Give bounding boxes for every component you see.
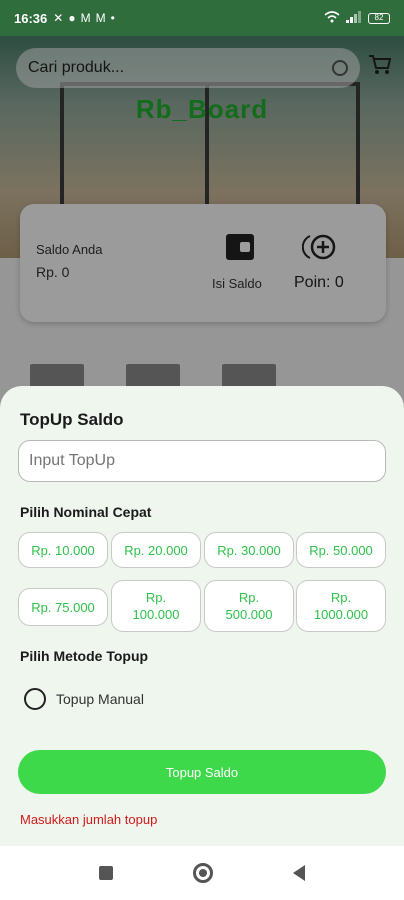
nav-back-icon[interactable] <box>293 865 305 881</box>
method-option-manual[interactable]: Topup Manual <box>24 688 144 710</box>
gmail-icon-2: M <box>95 11 106 25</box>
topup-submit-button[interactable]: Topup Saldo <box>18 750 386 794</box>
nominal-chip[interactable]: Rp. 20.000 <box>111 532 201 568</box>
method-option-label: Topup Manual <box>56 691 144 707</box>
signal-icon <box>346 10 362 26</box>
error-message: Masukkan jumlah topup <box>20 812 158 827</box>
nominal-chip[interactable]: Rp. 50.000 <box>296 532 386 568</box>
status-time: 16:36 <box>14 10 48 26</box>
topup-input[interactable] <box>18 440 386 482</box>
nominal-chip[interactable]: Rp. 100.000 <box>111 580 201 632</box>
nominal-chip[interactable]: Rp. 30.000 <box>204 532 294 568</box>
gmail-icon: M <box>80 11 91 25</box>
nominal-chip[interactable]: Rp. 75.000 <box>18 588 108 626</box>
mute-icon: ✕ <box>53 11 64 25</box>
nominal-chip[interactable]: Rp. 10.000 <box>18 532 108 568</box>
nominal-chip[interactable]: Rp. 500.000 <box>204 580 294 632</box>
status-bar: 16:36 ✕ ● M M • 82 <box>0 0 404 36</box>
method-label: Pilih Metode Topup <box>20 648 149 664</box>
nominal-chip[interactable]: Rp. 1000.000 <box>296 580 386 632</box>
dot-icon: • <box>110 11 115 25</box>
battery-icon: 82 <box>368 12 390 24</box>
whatsapp-icon: ● <box>68 11 76 25</box>
system-nav-bar <box>0 846 404 900</box>
topup-bottom-sheet: TopUp Saldo Pilih Nominal Cepat Rp. 10.0… <box>0 386 404 846</box>
quick-nominal-label: Pilih Nominal Cepat <box>20 504 152 520</box>
wifi-icon <box>324 10 340 26</box>
nav-recent-icon[interactable] <box>99 866 113 880</box>
notification-icons: ✕ ● M M • <box>53 11 115 25</box>
sheet-title: TopUp Saldo <box>20 410 124 429</box>
radio-button[interactable] <box>24 688 46 710</box>
nav-home-icon[interactable] <box>193 863 213 883</box>
